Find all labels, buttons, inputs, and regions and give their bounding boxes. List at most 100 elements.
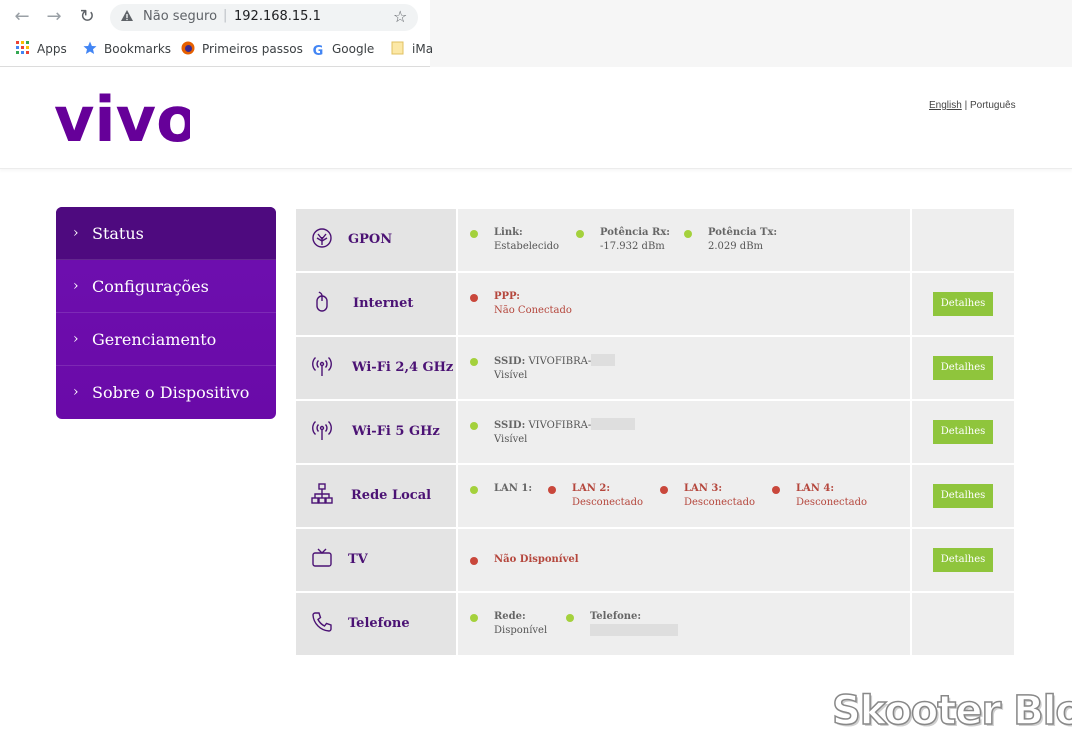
row-status-cell: Link: Estabelecido Potência Rx: -17.932 dB… [458,209,910,271]
sidebar-item-sobre-dispositivo[interactable]: › Sobre o Dispositivo [56,366,276,419]
row-action-cell: Detalhes [912,401,1014,463]
row-action-cell [912,209,1014,271]
forward-arrow-icon[interactable]: → [43,7,65,27]
row-name-cell: Internet [296,273,456,335]
status-dot-error [470,557,478,565]
status-item: LAN 3: Desconectado [660,482,755,510]
address-bar[interactable]: Não seguro | 192.168.15.1 ☆ [110,4,418,31]
bookmark-primeiros-passos[interactable]: Primeiros passos [181,40,303,58]
chevron-right-icon: › [73,384,79,400]
bookmark-apps[interactable]: Apps [16,40,67,58]
row-name-cell: Wi-Fi 2,4 GHz [296,337,456,399]
status-row-tv: TV Não Disponível Detalhes [296,529,1014,591]
row-name: Wi-Fi 2,4 GHz [352,360,454,375]
bookmark-ima[interactable]: iMa [391,40,433,58]
bookmark-label: Apps [37,42,67,56]
row-name: Rede Local [351,488,432,503]
row-action-cell: Detalhes [912,465,1014,527]
status-row-rede-local: Rede Local LAN 1: LAN 2: Desconectado LAN… [296,465,1014,527]
status-item: Telefone: [566,610,678,639]
wifi-antenna-icon [312,356,332,376]
row-name-cell: Wi-Fi 5 GHz [296,401,456,463]
row-name: Telefone [348,616,410,631]
row-name-cell: TV [296,529,456,591]
browser-blank-area [430,0,1072,67]
row-action-cell [912,593,1014,655]
status-row-telefone: Telefone Rede: Disponível Telefone: [296,593,1014,655]
lang-english-link[interactable]: English [929,100,962,111]
back-arrow-icon[interactable]: ← [11,7,33,27]
status-dot-ok [470,358,478,366]
row-name: Internet [353,296,414,311]
sidebar-item-configuracoes[interactable]: › Configurações [56,260,276,313]
tv-icon [312,548,332,567]
folder-icon [391,41,404,55]
row-name-cell: Telefone [296,593,456,655]
bookmark-label: iMa [412,42,434,56]
sidebar-item-label: Gerenciamento [92,330,217,349]
status-dot-ok [470,486,478,494]
status-item: LAN 1: [470,482,532,496]
bookmark-star-icon[interactable]: ☆ [393,7,407,26]
url-text[interactable]: 192.168.15.1 [234,9,321,24]
bookmark-label: Google [332,42,375,56]
status-row-wifi-5: Wi-Fi 5 GHz SSID: VIVOFIBRA- Visível Deta… [296,401,1014,463]
row-status-cell: SSID: VIVOFIBRA- Visível [458,337,910,399]
row-status-cell: Rede: Disponível Telefone: [458,593,910,655]
status-row-wifi-24: Wi-Fi 2,4 GHz SSID: VIVOFIBRA- Visível De… [296,337,1014,399]
row-name-cell: GPON [296,209,456,271]
redacted-ssid [591,418,636,430]
google-g-icon: G [312,44,324,59]
chevron-right-icon: › [73,278,79,294]
status-dot-ok [470,614,478,622]
sidebar-menu: › Status › Configurações › Gerenciamento… [56,207,276,419]
skooter-blog-watermark: Skooter Blog [831,687,1072,734]
mouse-icon [316,291,328,312]
bookmark-label: Bookmarks [104,42,172,56]
wifi5-details-button[interactable]: Detalhes [933,420,993,444]
rede-local-details-button[interactable]: Detalhes [933,484,993,508]
tv-details-button[interactable]: Detalhes [933,548,993,572]
sidebar-item-label: Sobre o Dispositivo [92,383,250,402]
status-dot-ok [684,230,692,238]
wifi24-details-button[interactable]: Detalhes [933,356,993,380]
sidebar-item-gerenciamento[interactable]: › Gerenciamento [56,313,276,366]
page-header: vivo English | Português [0,68,1072,169]
redacted-phone-number [590,624,678,636]
status-item: Potência Rx: -17.932 dBm [576,226,670,254]
lang-separator: | [964,100,968,111]
status-dot-ok [566,614,574,622]
wifi-antenna-icon [312,420,332,440]
status-dot-error [548,486,556,494]
status-row-internet: Internet PPP: Não Conectado Detalhes [296,273,1014,335]
status-dot-ok [470,422,478,430]
status-item: PPP: Não Conectado [470,290,572,318]
chevron-right-icon: › [73,331,79,347]
status-dot-error [772,486,780,494]
internet-details-button[interactable]: Detalhes [933,292,993,316]
row-status-cell: PPP: Não Conectado [458,273,910,335]
lang-portuguese-link[interactable]: Português [970,100,1016,111]
status-item: SSID: VIVOFIBRA- Visível [470,354,616,383]
reload-icon[interactable]: ↻ [76,7,98,27]
status-item: Link: Estabelecido [470,226,559,254]
row-name: Wi-Fi 5 GHz [352,424,440,439]
bookmark-google[interactable]: G Google [311,40,375,59]
star-icon [83,41,97,54]
status-item: Não Disponível [470,553,579,567]
status-dot-error [470,294,478,302]
status-dot-ok [576,230,584,238]
status-item: SSID: VIVOFIBRA- Visível [470,418,636,447]
chevron-right-icon: › [73,225,79,241]
status-item: Potência Tx: 2.029 dBm [684,226,777,254]
bookmark-bookmarks[interactable]: Bookmarks [83,40,171,58]
vivo-logo: vivo [54,88,190,148]
row-status-cell: Não Disponível [458,529,910,591]
svg-text:vivo: vivo [54,88,190,148]
row-status-cell: SSID: VIVOFIBRA- Visível [458,401,910,463]
status-item: Rede: Disponível [470,610,547,638]
sidebar-item-status[interactable]: › Status [56,207,276,260]
redacted-ssid [591,354,616,366]
sidebar-item-label: Configurações [92,277,209,296]
browser-chrome: ← → ↻ Não seguro | 192.168.15.1 ☆ Apps B… [0,0,1072,67]
